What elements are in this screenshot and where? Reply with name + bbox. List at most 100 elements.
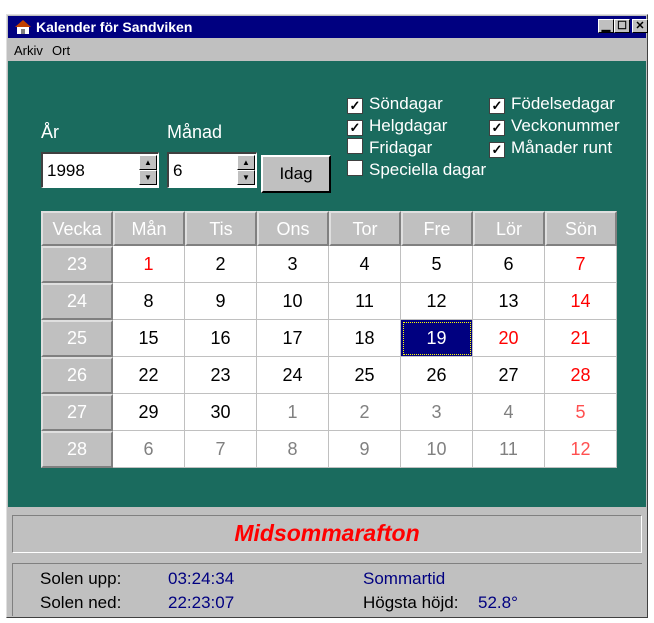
menu-ort[interactable]: Ort <box>52 43 70 58</box>
day-cell[interactable]: 10 <box>257 283 329 320</box>
month-label: Månad <box>167 122 223 142</box>
day-cell[interactable]: 3 <box>401 394 473 431</box>
day-cell[interactable]: 11 <box>473 431 545 468</box>
day-cell[interactable]: 12 <box>401 283 473 320</box>
day-cell[interactable]: 18 <box>329 320 401 357</box>
day-cell[interactable]: 29 <box>113 394 185 431</box>
check-icon: ✓ <box>489 142 505 158</box>
checkbox-label: Fridagar <box>369 138 433 157</box>
checkbox-label: Helgdagar <box>369 116 448 135</box>
day-cell[interactable]: 13 <box>473 283 545 320</box>
day-cell[interactable]: 11 <box>329 283 401 320</box>
close-button[interactable]: ✕ <box>632 19 648 33</box>
day-cell[interactable]: 6 <box>113 431 185 468</box>
day-cell[interactable]: 14 <box>545 283 617 320</box>
month-up-arrow-icon[interactable]: ▲ <box>237 155 255 170</box>
checkbox-fodelsedagar[interactable]: ✓ Födelsedagar <box>489 94 615 114</box>
checkbox-label: Speciella dagar <box>369 160 487 179</box>
day-cell[interactable]: 9 <box>329 431 401 468</box>
month-value: 6 <box>173 161 183 180</box>
maximize-button[interactable]: ☐ <box>614 19 630 33</box>
year-label: År <box>41 122 59 142</box>
day-cell[interactable]: 2 <box>329 394 401 431</box>
sun-info-panel: Solen upp: 03:24:34 Solen ned: 22:23:07 … <box>8 559 646 616</box>
day-cell[interactable]: 4 <box>473 394 545 431</box>
checkbox-manader-runt[interactable]: ✓ Månader runt <box>489 138 612 158</box>
year-down-arrow-icon[interactable]: ▼ <box>139 170 157 185</box>
day-cell[interactable]: 8 <box>113 283 185 320</box>
checkbox-label: Söndagar <box>369 94 443 113</box>
minimize-button[interactable]: ▁ <box>598 19 614 33</box>
year-spinner[interactable]: 1998 ▲ ▼ <box>41 152 159 188</box>
sunset-value: 22:23:07 <box>168 593 235 612</box>
day-cell[interactable]: 28 <box>545 357 617 394</box>
day-cell[interactable]: 8 <box>257 431 329 468</box>
calendar-window: Kalender för Sandviken ▁ ☐ ✕ Arkiv Ort Å… <box>6 14 648 618</box>
checkbox-label: Månader runt <box>511 138 613 157</box>
holiday-bar: Midsommarafton <box>8 505 646 559</box>
year-up-arrow-icon[interactable]: ▲ <box>139 155 157 170</box>
header-day: Ons <box>257 211 329 246</box>
day-cell[interactable]: 6 <box>473 246 545 283</box>
day-cell[interactable]: 5 <box>401 246 473 283</box>
checkbox-label: Födelsedagar <box>511 94 615 113</box>
time-mode: Sommartid <box>363 569 446 588</box>
checkbox-sondagar[interactable]: ✓ Söndagar <box>347 94 443 114</box>
checkbox-fridagar[interactable]: Fridagar <box>347 138 432 158</box>
header-day: Fre <box>401 211 473 246</box>
header-vecka: Vecka <box>41 211 113 246</box>
day-cell[interactable]: 23 <box>185 357 257 394</box>
window-title: Kalender för Sandviken <box>36 19 193 35</box>
month-down-arrow-icon[interactable]: ▼ <box>237 170 255 185</box>
day-cell[interactable]: 7 <box>185 431 257 468</box>
panel-top <box>8 61 646 82</box>
week-number: 26 <box>41 357 113 394</box>
day-cell[interactable]: 1 <box>113 246 185 283</box>
day-cell[interactable]: 25 <box>329 357 401 394</box>
sunrise-value: 03:24:34 <box>168 569 235 588</box>
day-cell[interactable]: 16 <box>185 320 257 357</box>
today-button[interactable]: Idag <box>261 155 331 193</box>
day-cell[interactable]: 1 <box>257 394 329 431</box>
day-cell[interactable]: 19 <box>401 320 473 357</box>
checkbox-speciella-dagar[interactable]: Speciella dagar <box>347 160 486 180</box>
header-day: Sön <box>545 211 617 246</box>
check-icon: ✓ <box>489 120 505 136</box>
day-cell[interactable]: 22 <box>113 357 185 394</box>
day-cell[interactable]: 26 <box>401 357 473 394</box>
menu-arkiv[interactable]: Arkiv <box>14 43 43 58</box>
day-cell[interactable]: 3 <box>257 246 329 283</box>
day-cell[interactable]: 4 <box>329 246 401 283</box>
month-spinner[interactable]: 6 ▲ ▼ <box>167 152 257 188</box>
day-cell[interactable]: 12 <box>545 431 617 468</box>
week-number: 28 <box>41 431 113 468</box>
menu-bar: Arkiv Ort <box>8 39 646 61</box>
sunrise-label: Solen upp: <box>40 569 122 588</box>
header-day: Lör <box>473 211 545 246</box>
month-spin-buttons: ▲ ▼ <box>237 155 255 186</box>
check-icon: ✓ <box>347 120 363 136</box>
day-cell[interactable]: 17 <box>257 320 329 357</box>
check-icon: ✓ <box>489 98 505 114</box>
day-cell[interactable]: 21 <box>545 320 617 357</box>
week-number: 25 <box>41 320 113 357</box>
day-cell[interactable]: 15 <box>113 320 185 357</box>
day-cell[interactable]: 2 <box>185 246 257 283</box>
day-cell[interactable]: 30 <box>185 394 257 431</box>
header-day: Tis <box>185 211 257 246</box>
day-cell[interactable]: 24 <box>257 357 329 394</box>
day-cell[interactable]: 20 <box>473 320 545 357</box>
week-number: 23 <box>41 246 113 283</box>
day-cell[interactable]: 10 <box>401 431 473 468</box>
holiday-name: Midsommarafton <box>12 515 642 553</box>
checkbox-helgdagar[interactable]: ✓ Helgdagar <box>347 116 447 136</box>
day-cell[interactable]: 7 <box>545 246 617 283</box>
day-cell[interactable]: 9 <box>185 283 257 320</box>
empty-box-icon <box>347 160 363 176</box>
checkbox-veckonummer[interactable]: ✓ Veckonummer <box>489 116 620 136</box>
header-day: Tor <box>329 211 401 246</box>
sunset-label: Solen ned: <box>40 593 122 612</box>
day-cell[interactable]: 27 <box>473 357 545 394</box>
day-cell[interactable]: 5 <box>545 394 617 431</box>
title-bar: Kalender för Sandviken ▁ ☐ ✕ <box>8 16 648 38</box>
